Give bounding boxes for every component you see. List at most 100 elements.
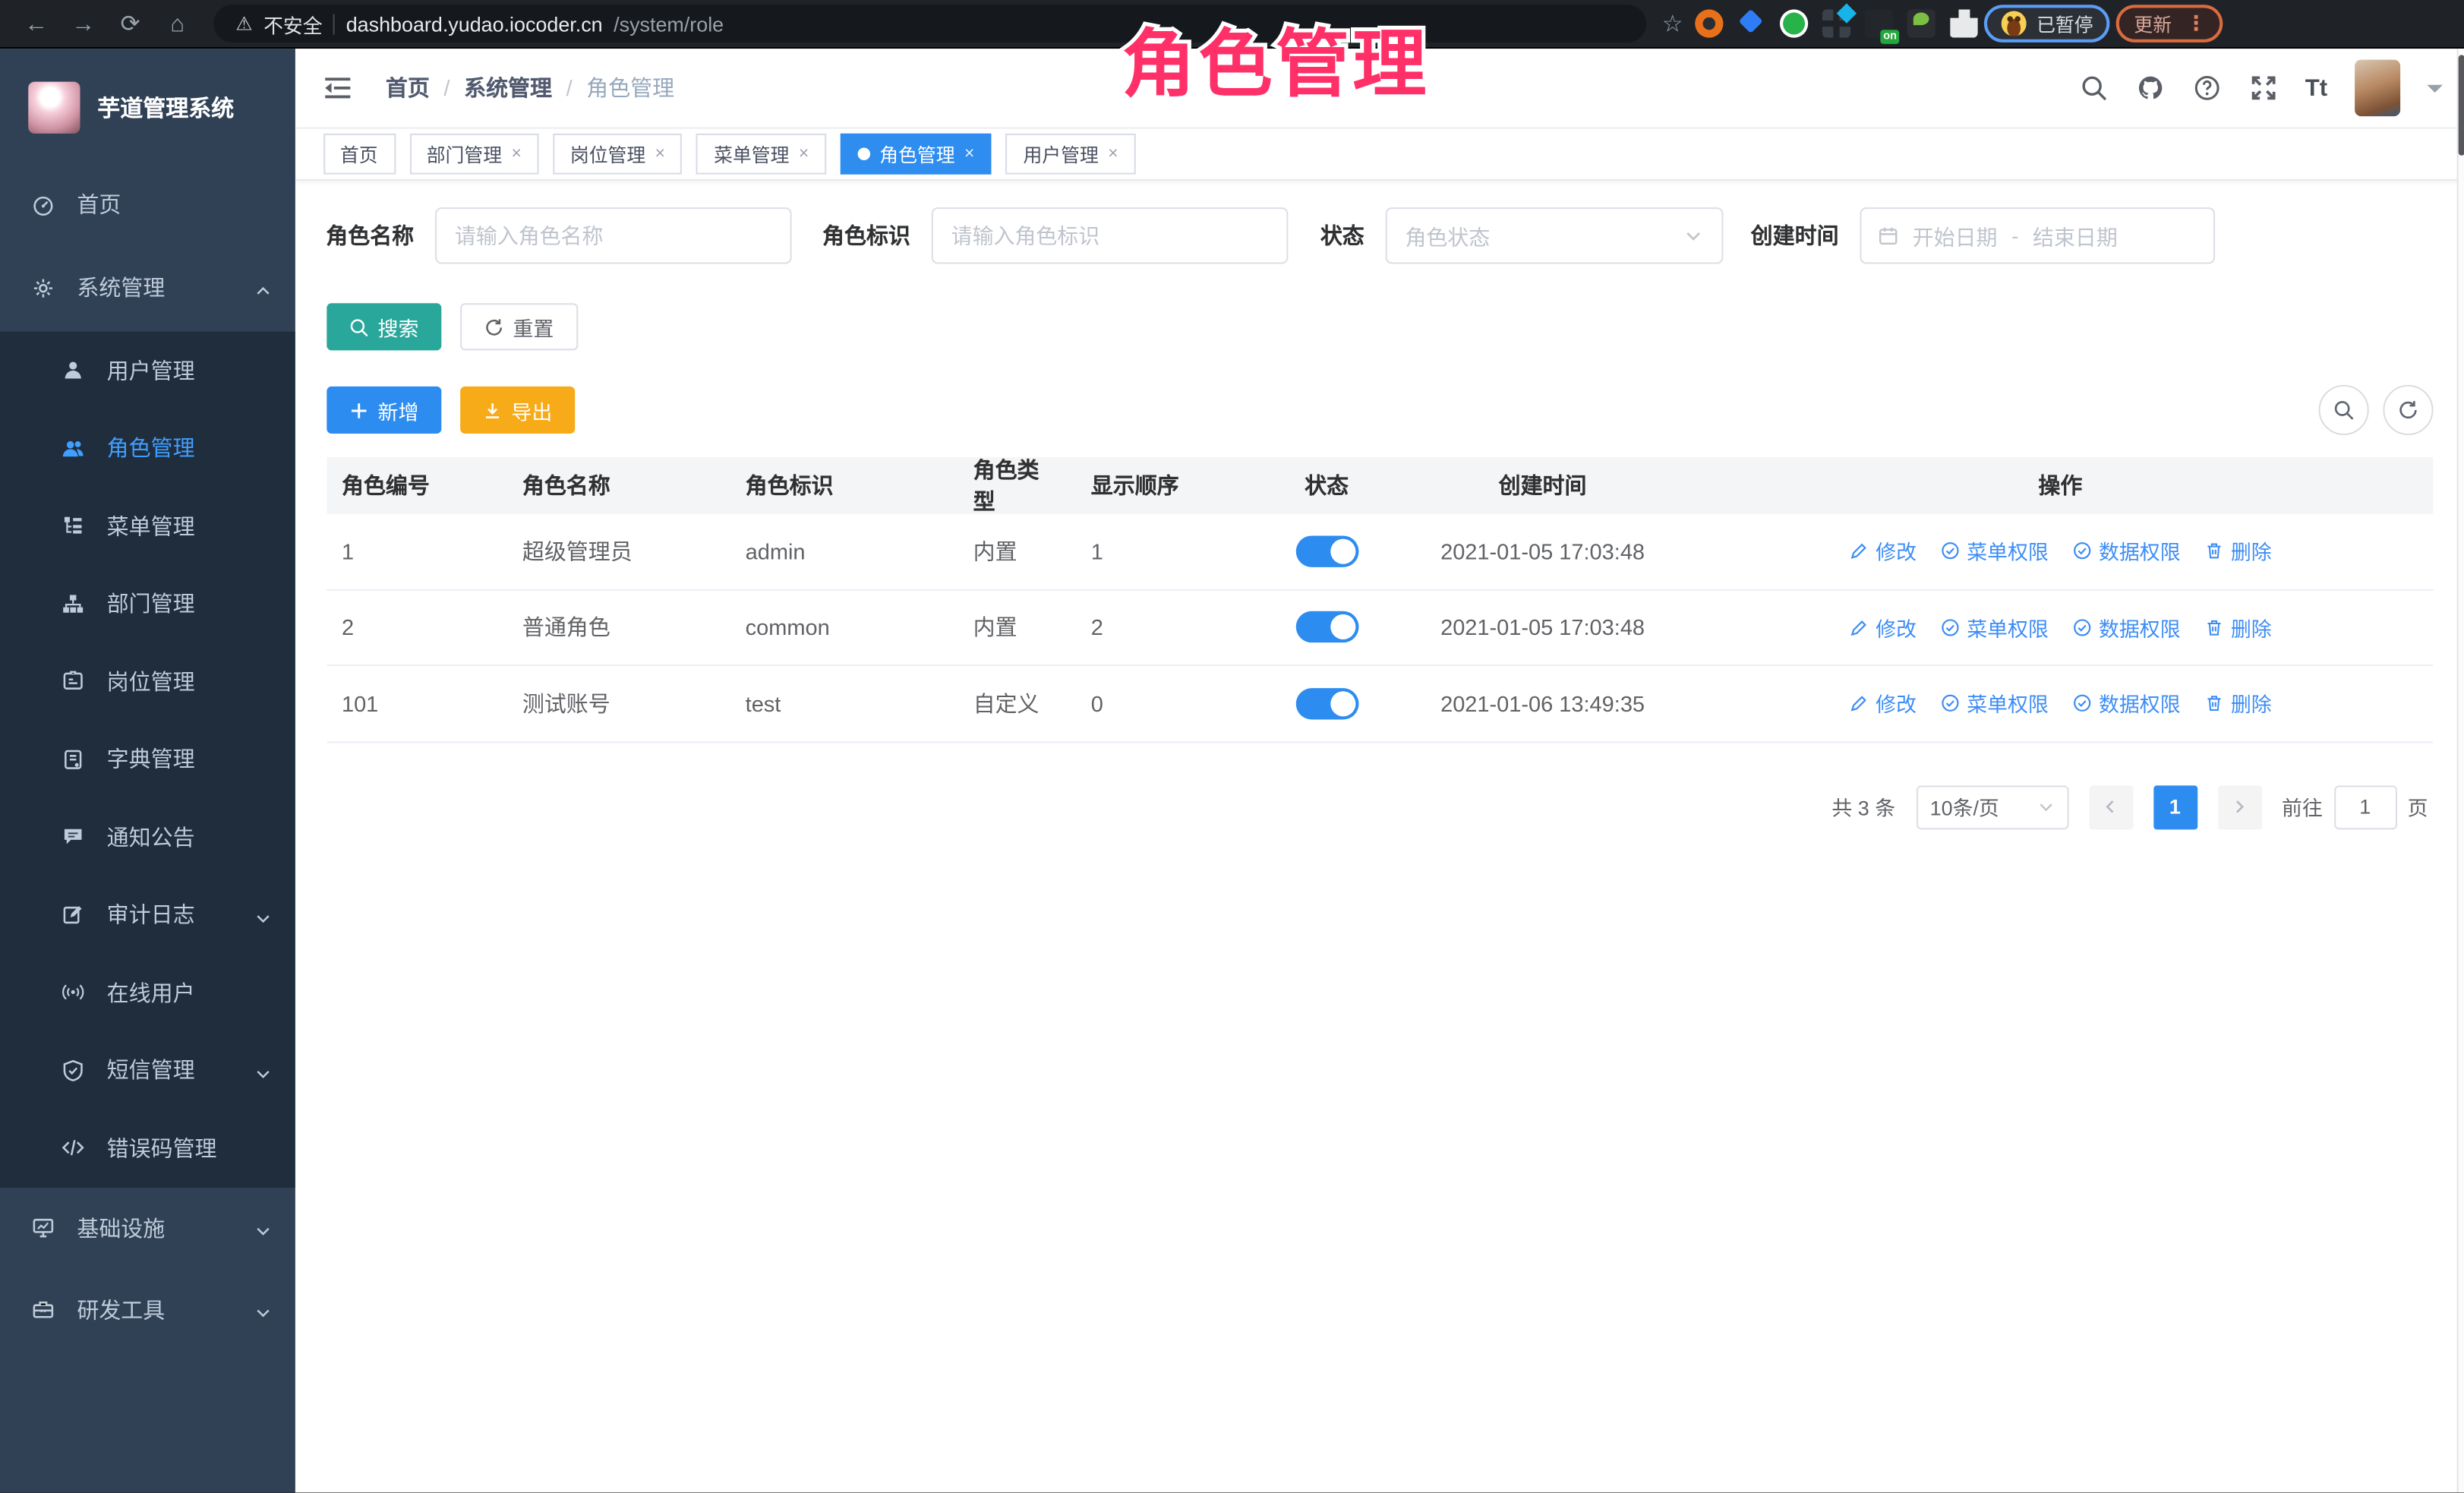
extension-icon-gem[interactable] [1738,9,1766,37]
app-logo-row[interactable]: 芋道管理系统 [0,49,295,165]
sidebar-item-sms-management[interactable]: 短信管理 [0,1031,295,1109]
edit-link[interactable]: 修改 [1849,689,1917,718]
sidebar-item-post-management[interactable]: 岗位管理 [0,642,295,720]
sidebar-item-user-management[interactable]: 用户管理 [0,332,295,409]
menu-permission-link[interactable]: 菜单权限 [1940,689,2049,718]
next-page-button[interactable] [2217,784,2261,829]
tree-list-icon [60,513,85,538]
help-icon[interactable] [2192,73,2222,103]
browser-forward-icon[interactable]: → [63,5,104,43]
browser-update-chip[interactable]: 更新 ⋮ [2117,5,2224,43]
goto-page-input[interactable] [2333,784,2396,829]
download-icon [481,400,502,421]
tab-role-management[interactable]: 角色管理 × [841,134,992,175]
menu-permission-link[interactable]: 菜单权限 [1940,612,2049,642]
extension-icon-switch-on[interactable] [1866,9,1894,37]
sidebar-item-dev-tools[interactable]: 研发工具 [0,1269,295,1351]
page-scrollbar[interactable] [2456,49,2464,1493]
sidebar-item-dict-management[interactable]: 字典管理 [0,721,295,798]
cell-operations: 修改 菜单权限 数据权限 删除 [1688,612,2433,642]
sidebar-item-online-users[interactable]: 在线用户 [0,954,295,1031]
sidebar-item-home[interactable]: 首页 [0,165,295,243]
tab-close-icon[interactable]: × [1108,144,1118,163]
breadcrumb-system[interactable]: 系统管理 [464,72,552,103]
data-permission-link[interactable]: 数据权限 [2072,612,2181,642]
browser-reload-icon[interactable]: ⟳ [110,5,151,43]
update-label: 更新 [2134,10,2172,36]
search-icon[interactable] [2079,73,2109,103]
extension-icon-orange[interactable] [1696,9,1724,37]
reset-button-label: 重置 [513,312,554,342]
delete-link[interactable]: 删除 [2204,689,2272,718]
toggle-search-button[interactable] [2318,385,2368,435]
extension-icon-leaf[interactable] [1907,9,1936,37]
browser-home-icon[interactable]: ⌂ [157,5,198,43]
user-avatar[interactable] [2354,60,2399,116]
tab-home[interactable]: 首页 [323,134,395,175]
tab-close-icon[interactable]: × [511,144,521,163]
delete-link[interactable]: 删除 [2204,612,2272,642]
status-toggle-on[interactable] [1295,688,1358,719]
menu-permission-link[interactable]: 菜单权限 [1940,536,2049,566]
data-permission-link[interactable]: 数据权限 [2072,689,2181,718]
status-toggle-on[interactable] [1295,611,1358,642]
avatar-caret-icon[interactable] [2426,84,2442,100]
address-bar[interactable]: ⚠ 不安全 dashboard.yudao.iocoder.cn/system/… [213,5,1646,43]
tab-post-management[interactable]: 岗位管理 × [553,134,683,175]
bookmark-star-icon[interactable]: ☆ [1662,5,1683,43]
sidebar-item-role-management[interactable]: 角色管理 [0,409,295,487]
sidebar-item-label: 字典管理 [107,743,195,775]
cell-sort: 0 [1075,691,1256,716]
page-number-1[interactable]: 1 [2153,784,2197,829]
org-tree-icon [60,591,85,616]
sidebar-item-infrastructure[interactable]: 基础设施 [0,1187,295,1269]
search-button[interactable]: 搜索 [326,303,440,350]
sidebar-item-notice[interactable]: 通知公告 [0,798,295,876]
tab-close-icon[interactable]: × [799,144,809,163]
breadcrumb-home[interactable]: 首页 [386,72,430,103]
scrollbar-thumb[interactable] [2459,55,2464,155]
sidebar-item-error-code[interactable]: 错误码管理 [0,1109,295,1187]
fullscreen-icon[interactable] [2248,73,2278,103]
refresh-table-button[interactable] [2383,385,2433,435]
sidebar-item-audit-log[interactable]: 审计日志 [0,876,295,953]
pencil-icon [1849,541,1869,561]
edit-link[interactable]: 修改 [1849,536,1917,566]
sidebar-item-system-management[interactable]: 系统管理 [0,244,295,332]
prev-page-button[interactable] [2089,784,2133,829]
delete-link[interactable]: 删除 [2204,536,2272,566]
page-size-select[interactable]: 10条/页 [1916,784,2068,829]
sidebar-item-menu-management[interactable]: 菜单管理 [0,487,295,564]
add-button[interactable]: 新增 [326,387,440,434]
github-icon[interactable] [2135,73,2165,103]
extension-icon-grid[interactable] [1823,9,1851,37]
edit-link[interactable]: 修改 [1849,612,1917,642]
sidebar-collapse-icon[interactable] [321,75,352,100]
status-toggle-on[interactable] [1295,535,1358,567]
font-size-icon[interactable]: Tt [2305,74,2327,101]
tab-close-icon[interactable]: × [964,144,974,163]
content-area: 首页 / 系统管理 / 角色管理 Tt [295,49,2464,1493]
role-name-input[interactable] [434,207,791,264]
browser-menu-icon[interactable]: ⋮ [2186,11,2207,36]
tab-close-icon[interactable]: × [655,144,665,163]
status-select[interactable]: 角色状态 [1385,207,1723,264]
end-date-placeholder: 结束日期 [2033,220,2118,251]
col-header-role-id: 角色编号 [326,470,506,501]
extensions-puzzle-icon[interactable] [1950,9,1978,37]
date-range-picker[interactable]: 开始日期 - 结束日期 [1859,207,2214,264]
export-button[interactable]: 导出 [459,387,574,434]
tab-dept-management[interactable]: 部门管理 × [409,134,539,175]
sidebar-item-dept-management[interactable]: 部门管理 [0,565,295,642]
tab-menu-management[interactable]: 菜单管理 × [696,134,826,175]
tab-user-management[interactable]: 用户管理 × [1006,134,1136,175]
reset-button[interactable]: 重置 [459,303,577,350]
check-circle-icon [2072,541,2093,561]
extension-icon-green[interactable] [1781,9,1809,37]
data-permission-link[interactable]: 数据权限 [2072,536,2181,566]
browser-back-icon[interactable]: ← [16,5,57,43]
sidebar-item-label: 研发工具 [77,1294,165,1325]
role-key-input[interactable] [931,207,1288,264]
create-time-label: 创建时间 [1751,220,1839,251]
browser-profile-chip[interactable]: 已暂停 [1985,5,2111,43]
